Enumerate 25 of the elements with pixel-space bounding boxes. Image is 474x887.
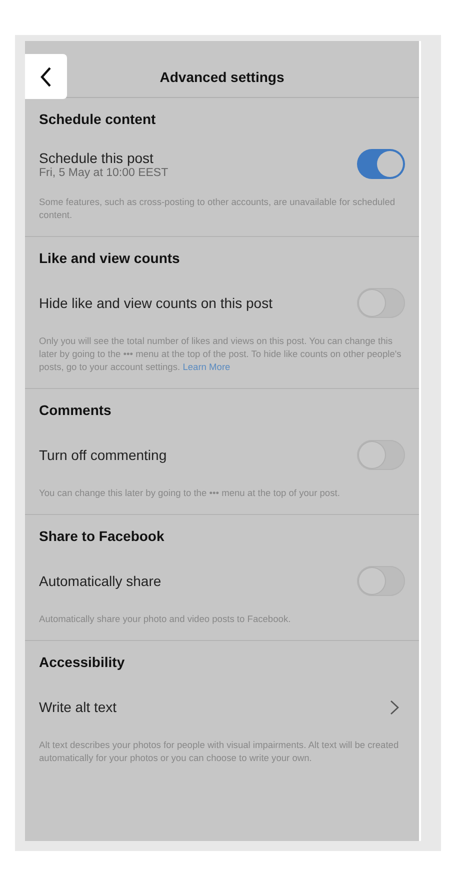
setting-label: Turn off commenting xyxy=(39,447,167,463)
setting-description: Alt text describes your photos for people with visual impairments. Alt text will be created automatically for your photos or you can choose to write your own. xyxy=(39,739,400,765)
section-heading: Share to Facebook xyxy=(39,528,166,544)
toggle-switch[interactable] xyxy=(357,440,405,470)
section-heading: Like and view counts xyxy=(39,250,181,266)
back-button[interactable] xyxy=(25,54,67,99)
learn-more-link[interactable]: Learn More xyxy=(182,362,230,372)
setting-description: Automatically share your photo and video posts to Facebook. xyxy=(39,613,292,626)
setting-description: Some features, such as cross-posting to other accounts, are unavailable for scheduled content. xyxy=(39,196,396,222)
toggle-switch[interactable] xyxy=(357,149,405,179)
setting-label: Write alt text xyxy=(39,699,117,715)
back-icon xyxy=(40,66,52,86)
setting-label: Hide like and view counts on this post xyxy=(39,295,272,311)
toggle-switch[interactable] xyxy=(357,288,405,318)
page-title: Advanced settings xyxy=(160,69,284,85)
toggle-switch[interactable] xyxy=(357,566,405,596)
setting-label: Automatically share xyxy=(39,573,162,589)
schedule-time: Fri, 5 May at 10:00 EEST xyxy=(39,166,168,178)
chevron-right-icon[interactable] xyxy=(390,700,399,714)
section-heading: Accessibility xyxy=(39,654,126,670)
setting-description: Only you will see the total number of likes and views on this post. You can change this later by going to the ••• menu at the top of the post. To hide like counts on other people's posts, go to your account settings. Learn More xyxy=(39,335,402,374)
section-heading: Schedule content xyxy=(39,111,157,127)
setting-label: Schedule this post xyxy=(39,150,154,166)
setting-description: You can change this later by going to the ••• menu at the top of your post. xyxy=(39,487,341,500)
section-heading: Comments xyxy=(39,402,112,418)
